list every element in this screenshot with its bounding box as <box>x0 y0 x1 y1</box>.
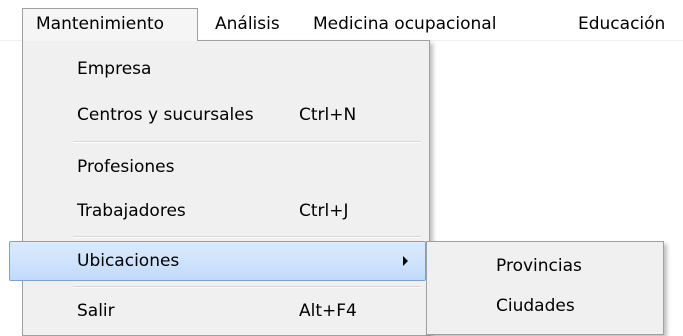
menu-separator <box>73 236 421 238</box>
menu-item-shortcut: Ctrl+J <box>299 201 349 221</box>
menu-mantenimiento[interactable]: Mantenimiento <box>22 8 198 41</box>
submenu-item-ciudades[interactable]: Ciudades <box>431 286 659 326</box>
menu-item-label: Profesiones <box>77 157 175 177</box>
menu-item-label: Ubicaciones <box>77 251 180 271</box>
mantenimiento-dropdown: Empresa Centros y sucursales Ctrl+N Prof… <box>9 40 430 336</box>
ubicaciones-submenu: Provincias Ciudades <box>426 241 664 335</box>
menu-item-profesiones[interactable]: Profesiones <box>27 147 425 187</box>
menu-mantenimiento-label: Mantenimiento <box>36 14 165 34</box>
menu-analisis-label: Análisis <box>215 14 280 34</box>
submenu-item-label: Provincias <box>496 256 582 276</box>
menu-medicina-ocupacional-label: Medicina ocupacional <box>313 14 497 34</box>
menu-item-label: Trabajadores <box>77 201 186 221</box>
menu-item-label: Centros y sucursales <box>77 105 254 125</box>
menu-item-salir[interactable]: Salir Alt+F4 <box>27 291 425 331</box>
menu-medicina-ocupacional[interactable]: Medicina ocupacional <box>313 8 496 40</box>
menu-item-shortcut: Alt+F4 <box>299 301 357 321</box>
menu-bar: Mantenimiento Análisis Medicina ocupacio… <box>0 0 683 41</box>
menu-item-empresa[interactable]: Empresa <box>27 49 425 89</box>
menu-separator <box>73 141 421 143</box>
menu-separator <box>73 286 421 288</box>
menu-item-shortcut: Ctrl+N <box>299 105 357 125</box>
submenu-item-provincias[interactable]: Provincias <box>431 246 659 286</box>
submenu-item-label: Ciudades <box>496 296 575 316</box>
menu-item-trabajadores[interactable]: Trabajadores Ctrl+J <box>27 191 425 231</box>
menu-educacion-label: Educación <box>578 14 666 34</box>
menu-analisis[interactable]: Análisis <box>215 8 280 40</box>
menu-item-ubicaciones[interactable]: Ubicaciones <box>9 241 426 281</box>
submenu-arrow-icon <box>403 256 408 266</box>
menu-item-label: Salir <box>77 301 115 321</box>
menu-educacion[interactable]: Educación <box>578 8 665 40</box>
menu-item-centros-y-sucursales[interactable]: Centros y sucursales Ctrl+N <box>27 95 425 135</box>
menu-item-label: Empresa <box>77 59 152 79</box>
